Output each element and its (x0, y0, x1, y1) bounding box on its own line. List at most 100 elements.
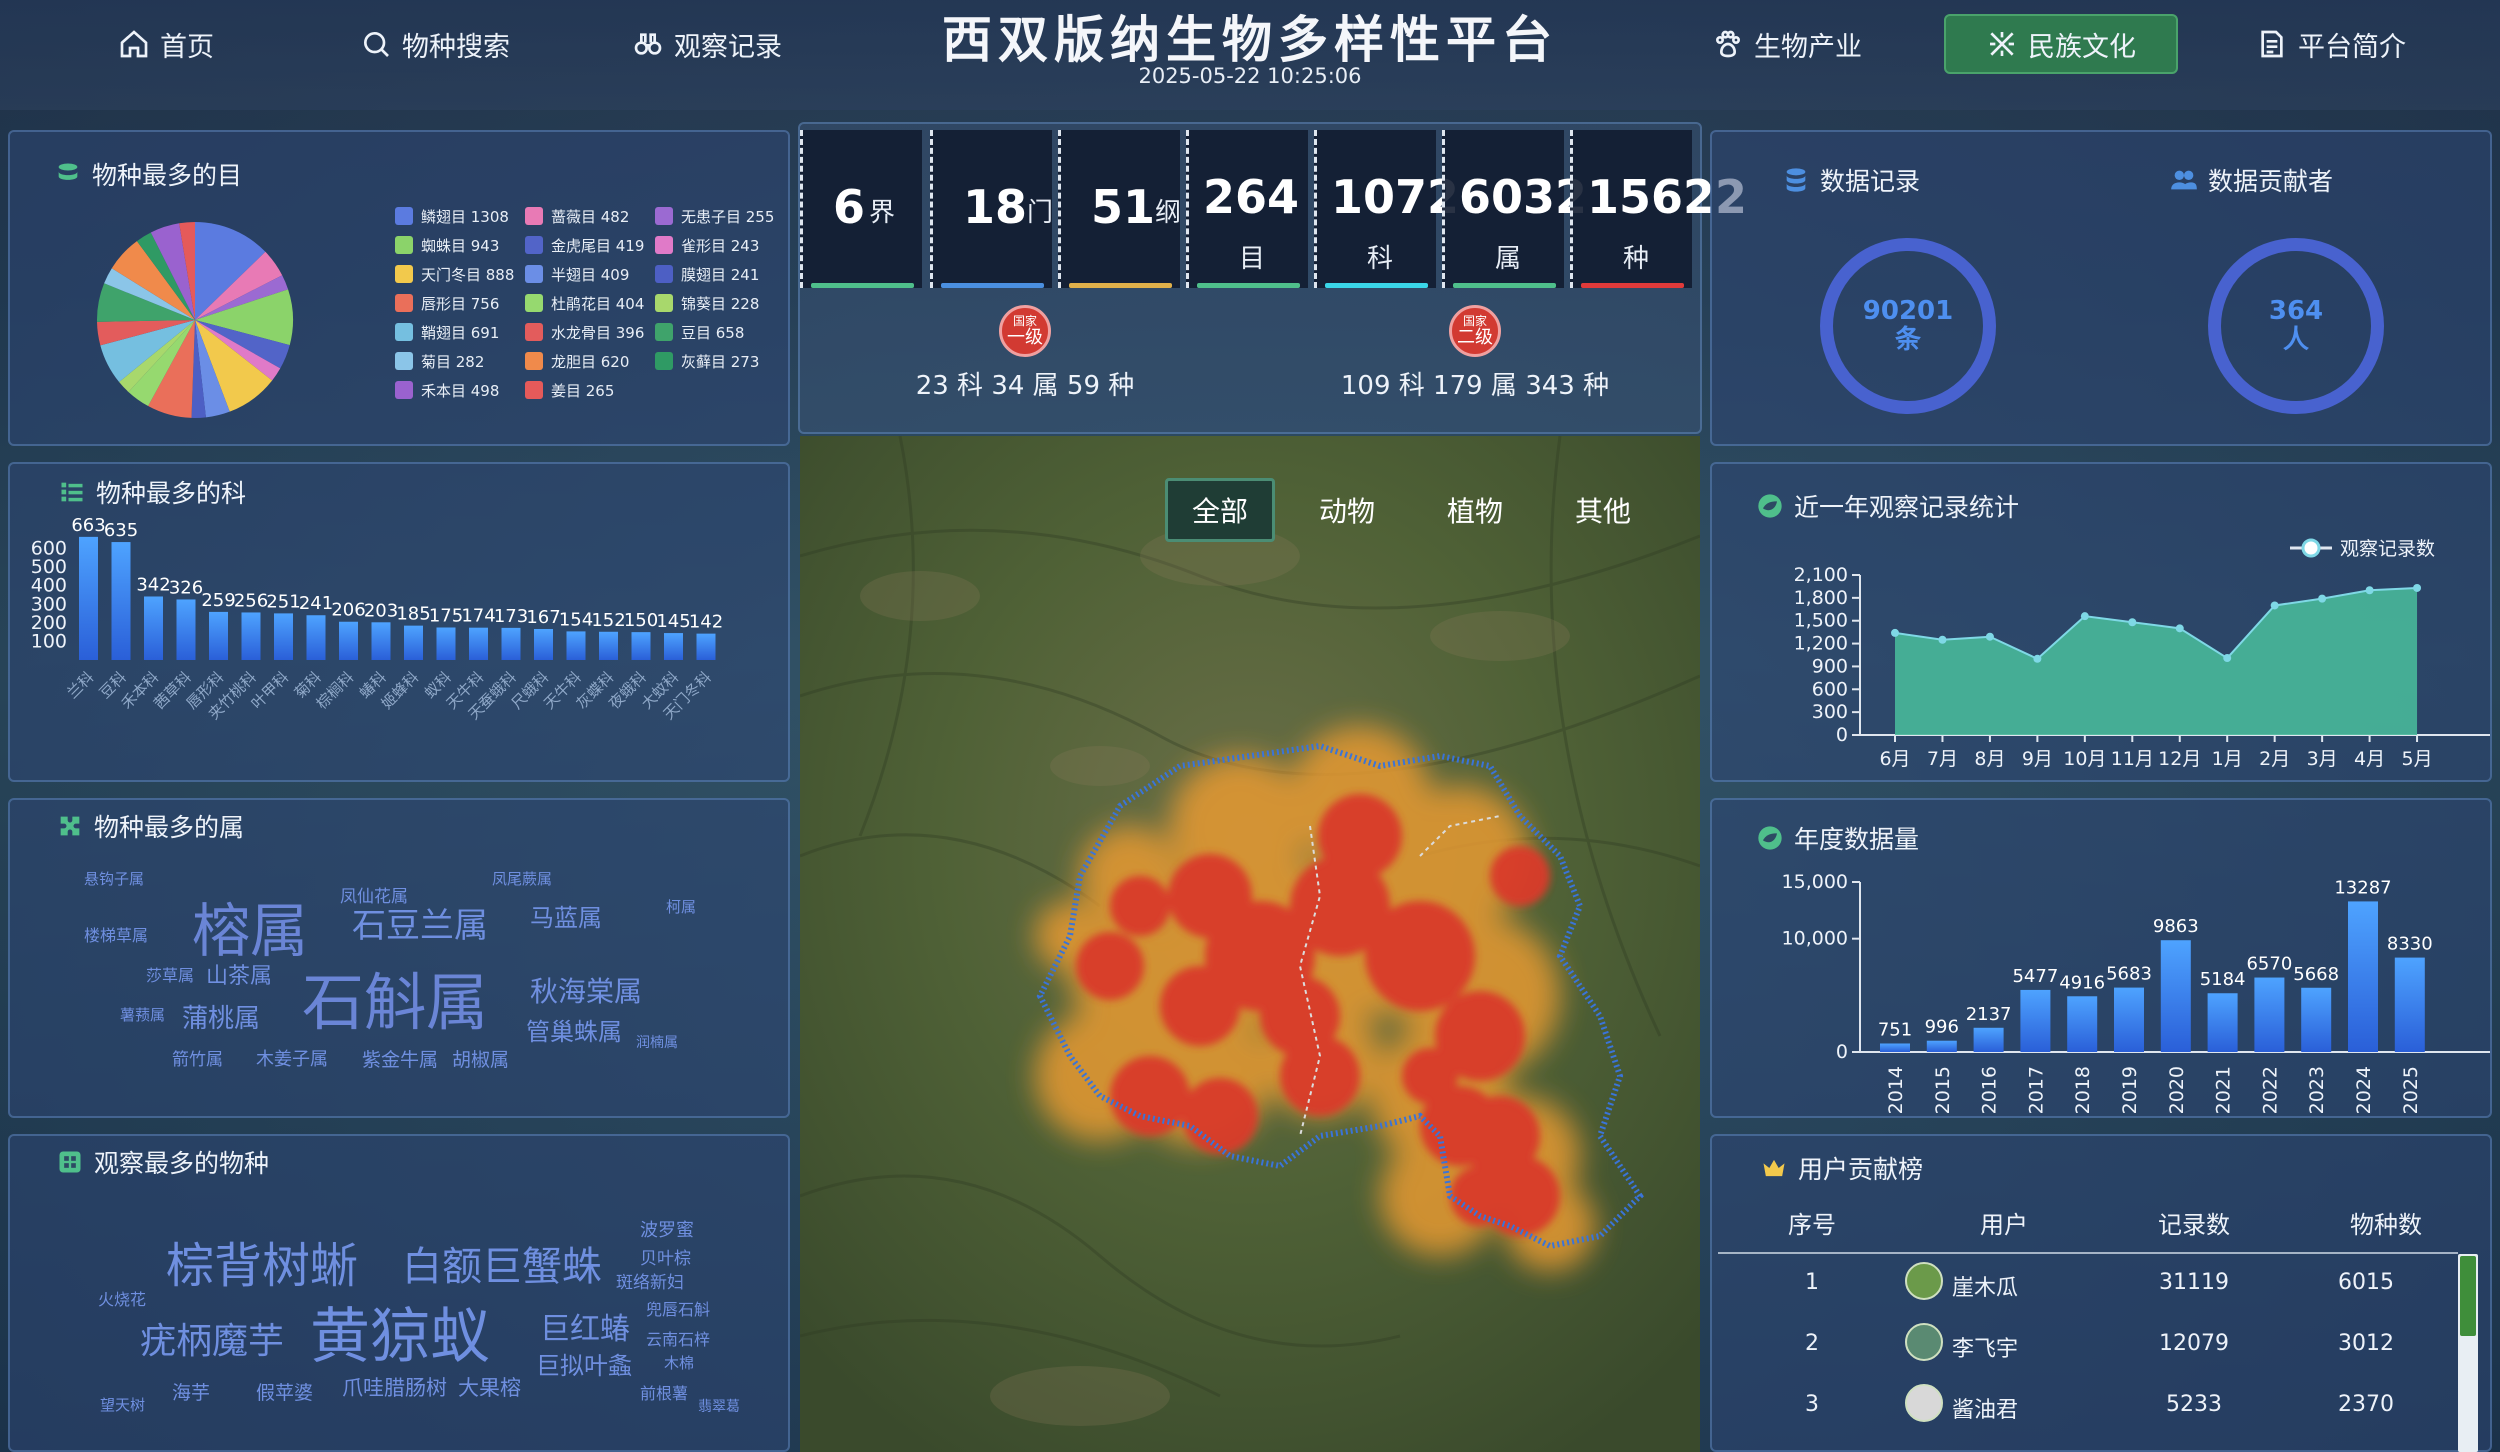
annual-bar[interactable] (2160, 940, 2191, 1052)
legend-item[interactable]: 豆目 658 (655, 321, 785, 343)
legend-item[interactable]: 蜘蛛目 943 (395, 234, 525, 256)
family-bar[interactable] (664, 633, 683, 660)
family-bar[interactable] (599, 631, 618, 660)
data-point[interactable] (1985, 632, 1994, 641)
annual-bar[interactable] (2067, 996, 2098, 1052)
genus-word[interactable]: 悬钩子属 (84, 868, 144, 889)
species-word[interactable]: 翡翠葛 (698, 1396, 740, 1416)
family-bar[interactable] (566, 631, 586, 660)
family-bar[interactable] (631, 632, 651, 660)
annual-bar[interactable] (1973, 1027, 2004, 1052)
legend-item[interactable]: 蔷薇目 482 (525, 205, 655, 227)
genus-word[interactable]: 山茶属 (206, 958, 272, 990)
family-bar[interactable] (111, 542, 131, 660)
family-bar[interactable] (501, 627, 521, 660)
map-tab[interactable]: 全部 (1165, 478, 1275, 542)
legend-item[interactable]: 禾本目 498 (395, 379, 525, 401)
annual-bar[interactable] (2114, 987, 2144, 1052)
species-word[interactable]: 望天树 (100, 1394, 145, 1415)
table-header[interactable]: 用户 (1964, 1205, 2044, 1240)
family-bar[interactable] (144, 596, 163, 660)
family-bar[interactable] (696, 633, 716, 660)
distribution-heat-map[interactable] (800, 436, 1700, 1452)
nav-ethnic-culture[interactable]: 民族文化 (1944, 14, 2178, 74)
annual-bar[interactable] (2254, 977, 2285, 1052)
ranking-scrollbar[interactable] (2458, 1254, 2478, 1452)
genus-word[interactable]: 石斛属 (302, 952, 488, 1042)
map-tab[interactable]: 其他 (1548, 478, 1658, 542)
table-header[interactable]: 物种数 (2346, 1205, 2426, 1240)
species-word[interactable]: 大果榕 (458, 1372, 521, 1402)
genus-word[interactable]: 紫金牛属 (362, 1045, 438, 1072)
species-word[interactable]: 兜唇石斛 (646, 1296, 710, 1320)
species-word[interactable]: 海芋 (172, 1378, 210, 1405)
species-word[interactable]: 波罗蜜 (640, 1216, 694, 1242)
data-point[interactable] (2270, 601, 2279, 610)
genus-word[interactable]: 胡椒属 (452, 1045, 509, 1072)
data-point[interactable] (2318, 594, 2327, 603)
legend-item[interactable]: 膜翅目 241 (655, 263, 785, 285)
family-bar[interactable] (469, 627, 488, 660)
species-word[interactable]: 巨红蝽 (540, 1304, 630, 1348)
species-word[interactable]: 云南石梓 (646, 1326, 710, 1350)
data-point[interactable] (2223, 654, 2232, 663)
legend-item[interactable]: 鳞翅目 1308 (395, 205, 525, 227)
genus-word[interactable]: 润楠属 (636, 1032, 678, 1052)
species-word[interactable]: 木棉 (664, 1352, 694, 1373)
legend-item[interactable]: 鞘翅目 691 (395, 321, 525, 343)
species-word[interactable]: 贝叶棕 (640, 1244, 691, 1269)
legend-item[interactable]: 龙胆目 620 (525, 350, 655, 372)
genus-word[interactable]: 柯属 (666, 896, 696, 917)
legend-item[interactable]: 天门冬目 888 (395, 263, 525, 285)
genus-word[interactable]: 莎草属 (146, 962, 194, 986)
data-point[interactable] (2413, 583, 2422, 592)
family-bar[interactable] (339, 621, 358, 660)
nav-bio-industry[interactable]: 生物产业 (1712, 14, 1862, 74)
family-bar[interactable] (79, 536, 98, 660)
species-word[interactable]: 火烧花 (98, 1286, 146, 1310)
species-word[interactable]: 假苹婆 (256, 1378, 313, 1405)
legend-item[interactable]: 金虎尾目 419 (525, 234, 655, 256)
family-bar[interactable] (404, 625, 423, 660)
family-bar[interactable] (534, 628, 553, 660)
annual-bar[interactable] (1880, 1043, 1910, 1052)
family-bar[interactable] (209, 611, 228, 660)
legend-item[interactable]: 锦葵目 228 (655, 292, 785, 314)
family-bar[interactable] (274, 613, 293, 660)
genus-word[interactable]: 箭竹属 (172, 1045, 223, 1070)
annual-bar[interactable] (2394, 957, 2425, 1052)
legend-item[interactable]: 半翅目 409 (525, 263, 655, 285)
genus-word[interactable]: 马蓝属 (530, 898, 602, 933)
family-bar[interactable] (176, 599, 196, 660)
genus-word[interactable]: 石豆兰属 (352, 898, 488, 947)
genus-word[interactable]: 木姜子属 (256, 1045, 328, 1071)
data-point[interactable] (2033, 654, 2042, 663)
species-word[interactable]: 前根薯 (640, 1380, 688, 1404)
data-point[interactable] (2365, 586, 2374, 595)
legend-item[interactable]: 唇形目 756 (395, 292, 525, 314)
annual-bar[interactable] (2020, 989, 2051, 1052)
legend-item[interactable]: 姜目 265 (525, 379, 655, 401)
legend-item[interactable]: 无患子目 255 (655, 205, 785, 227)
annual-bar[interactable] (2207, 993, 2238, 1052)
family-bar[interactable] (371, 622, 391, 660)
annual-bar[interactable] (2348, 901, 2378, 1052)
legend-item[interactable]: 菊目 282 (395, 350, 525, 372)
legend-item[interactable]: 水龙骨目 396 (525, 321, 655, 343)
species-word[interactable]: 疣柄魔芋 (140, 1312, 284, 1364)
genus-word[interactable]: 秋海棠属 (530, 970, 642, 1010)
genus-word[interactable]: 薯蓣属 (120, 1004, 165, 1025)
map-tab[interactable]: 动物 (1292, 478, 1402, 542)
table-header[interactable]: 记录数 (2154, 1205, 2234, 1240)
family-bar[interactable] (241, 612, 261, 660)
species-word[interactable]: 黄猄蚁 (310, 1288, 490, 1375)
legend-item[interactable]: 杜鹃花目 404 (525, 292, 655, 314)
data-point[interactable] (2128, 618, 2137, 627)
nav-platform-intro[interactable]: 平台简介 (2256, 14, 2406, 74)
species-word[interactable]: 斑络新妇 (616, 1268, 684, 1293)
family-bar[interactable] (306, 615, 326, 660)
annual-bar[interactable] (2301, 987, 2332, 1052)
annual-bar[interactable] (1926, 1040, 1957, 1052)
genus-word[interactable]: 榕属 (192, 884, 308, 968)
legend-item[interactable]: 雀形目 243 (655, 234, 785, 256)
